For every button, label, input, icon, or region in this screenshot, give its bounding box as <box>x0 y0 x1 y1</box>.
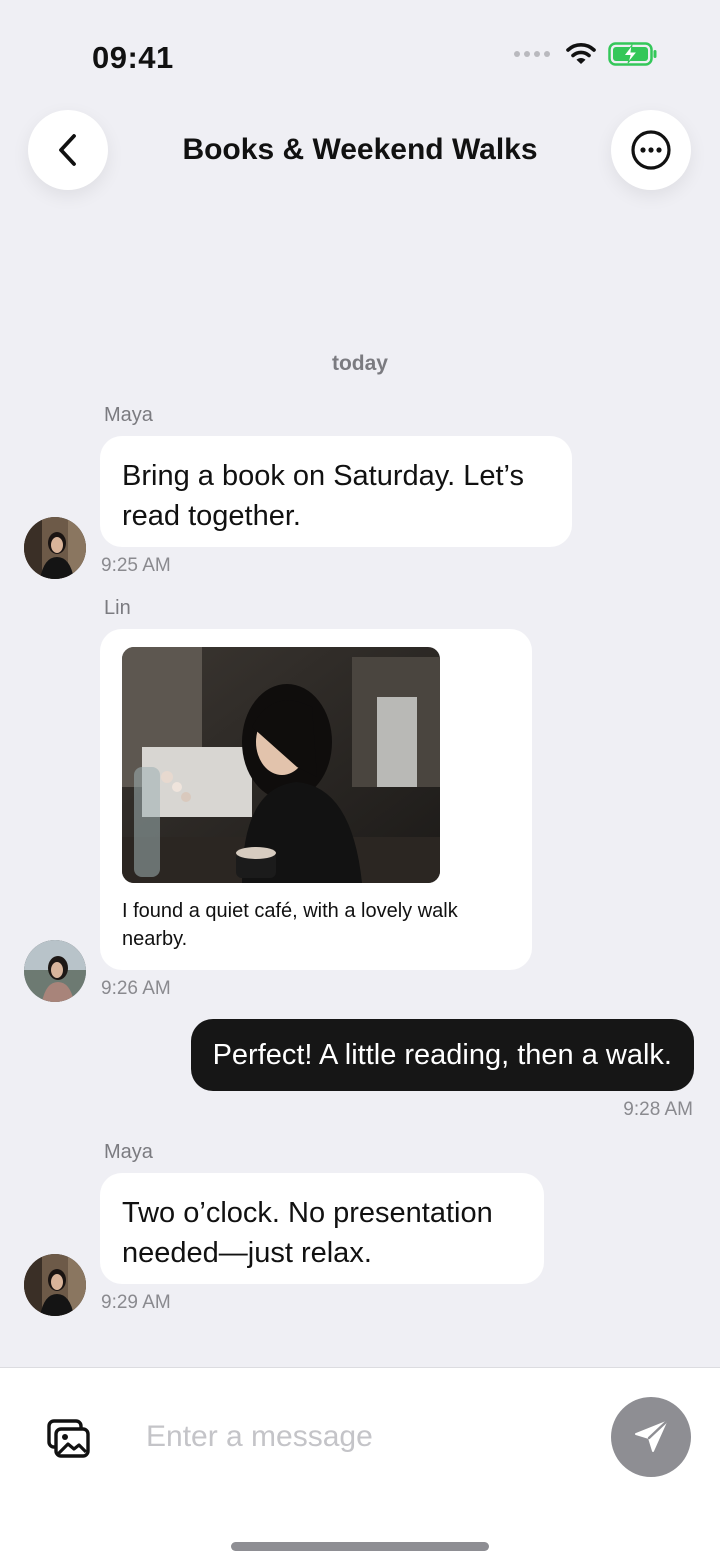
message-timestamp: 9:26 AM <box>101 978 171 999</box>
ellipsis-circle-icon <box>631 130 671 170</box>
message-input[interactable] <box>146 1412 576 1462</box>
send-button[interactable] <box>611 1397 691 1477</box>
status-icons <box>514 42 658 66</box>
image-caption: I found a quiet café, with a lovely walk… <box>122 900 458 950</box>
message-timestamp: 9:25 AM <box>101 555 171 576</box>
message-bubble-incoming[interactable]: Two o’clock. No presentation needed—just… <box>100 1173 544 1284</box>
message-bubble-outgoing[interactable]: Perfect! A little reading, then a walk. <box>190 1019 694 1091</box>
image-message-bubble[interactable]: I found a quiet café, with a lovely walk… <box>100 629 532 970</box>
sender-name: Lin <box>104 597 131 619</box>
sender-name: Maya <box>104 404 153 426</box>
paper-plane-icon <box>635 1420 668 1452</box>
date-separator: today <box>331 352 388 375</box>
cellular-signal-icon <box>514 51 550 57</box>
sender-name: Maya <box>104 1141 153 1163</box>
gallery-button[interactable] <box>46 1418 92 1460</box>
status-time: 09:41 <box>92 40 174 75</box>
message-timestamp: 9:29 AM <box>101 1292 171 1313</box>
avatar-maya[interactable] <box>24 1254 86 1316</box>
message-bubble-incoming[interactable]: Bring a book on Saturday. Let’s read tog… <box>100 436 572 547</box>
avatar-image <box>24 1254 86 1316</box>
avatar-maya[interactable] <box>24 517 86 579</box>
wifi-icon <box>566 43 596 64</box>
avatar-lin[interactable] <box>24 940 86 1002</box>
home-indicator <box>231 1542 489 1551</box>
battery-charging-icon <box>608 42 657 66</box>
photo-gallery-icon <box>47 1419 90 1458</box>
shared-photo[interactable] <box>122 647 440 883</box>
avatar-image <box>24 940 86 1002</box>
more-options-button[interactable] <box>611 110 691 190</box>
message-timestamp: 9:28 AM <box>623 1099 693 1120</box>
message-composer <box>0 1367 720 1565</box>
avatar-image <box>24 517 86 579</box>
